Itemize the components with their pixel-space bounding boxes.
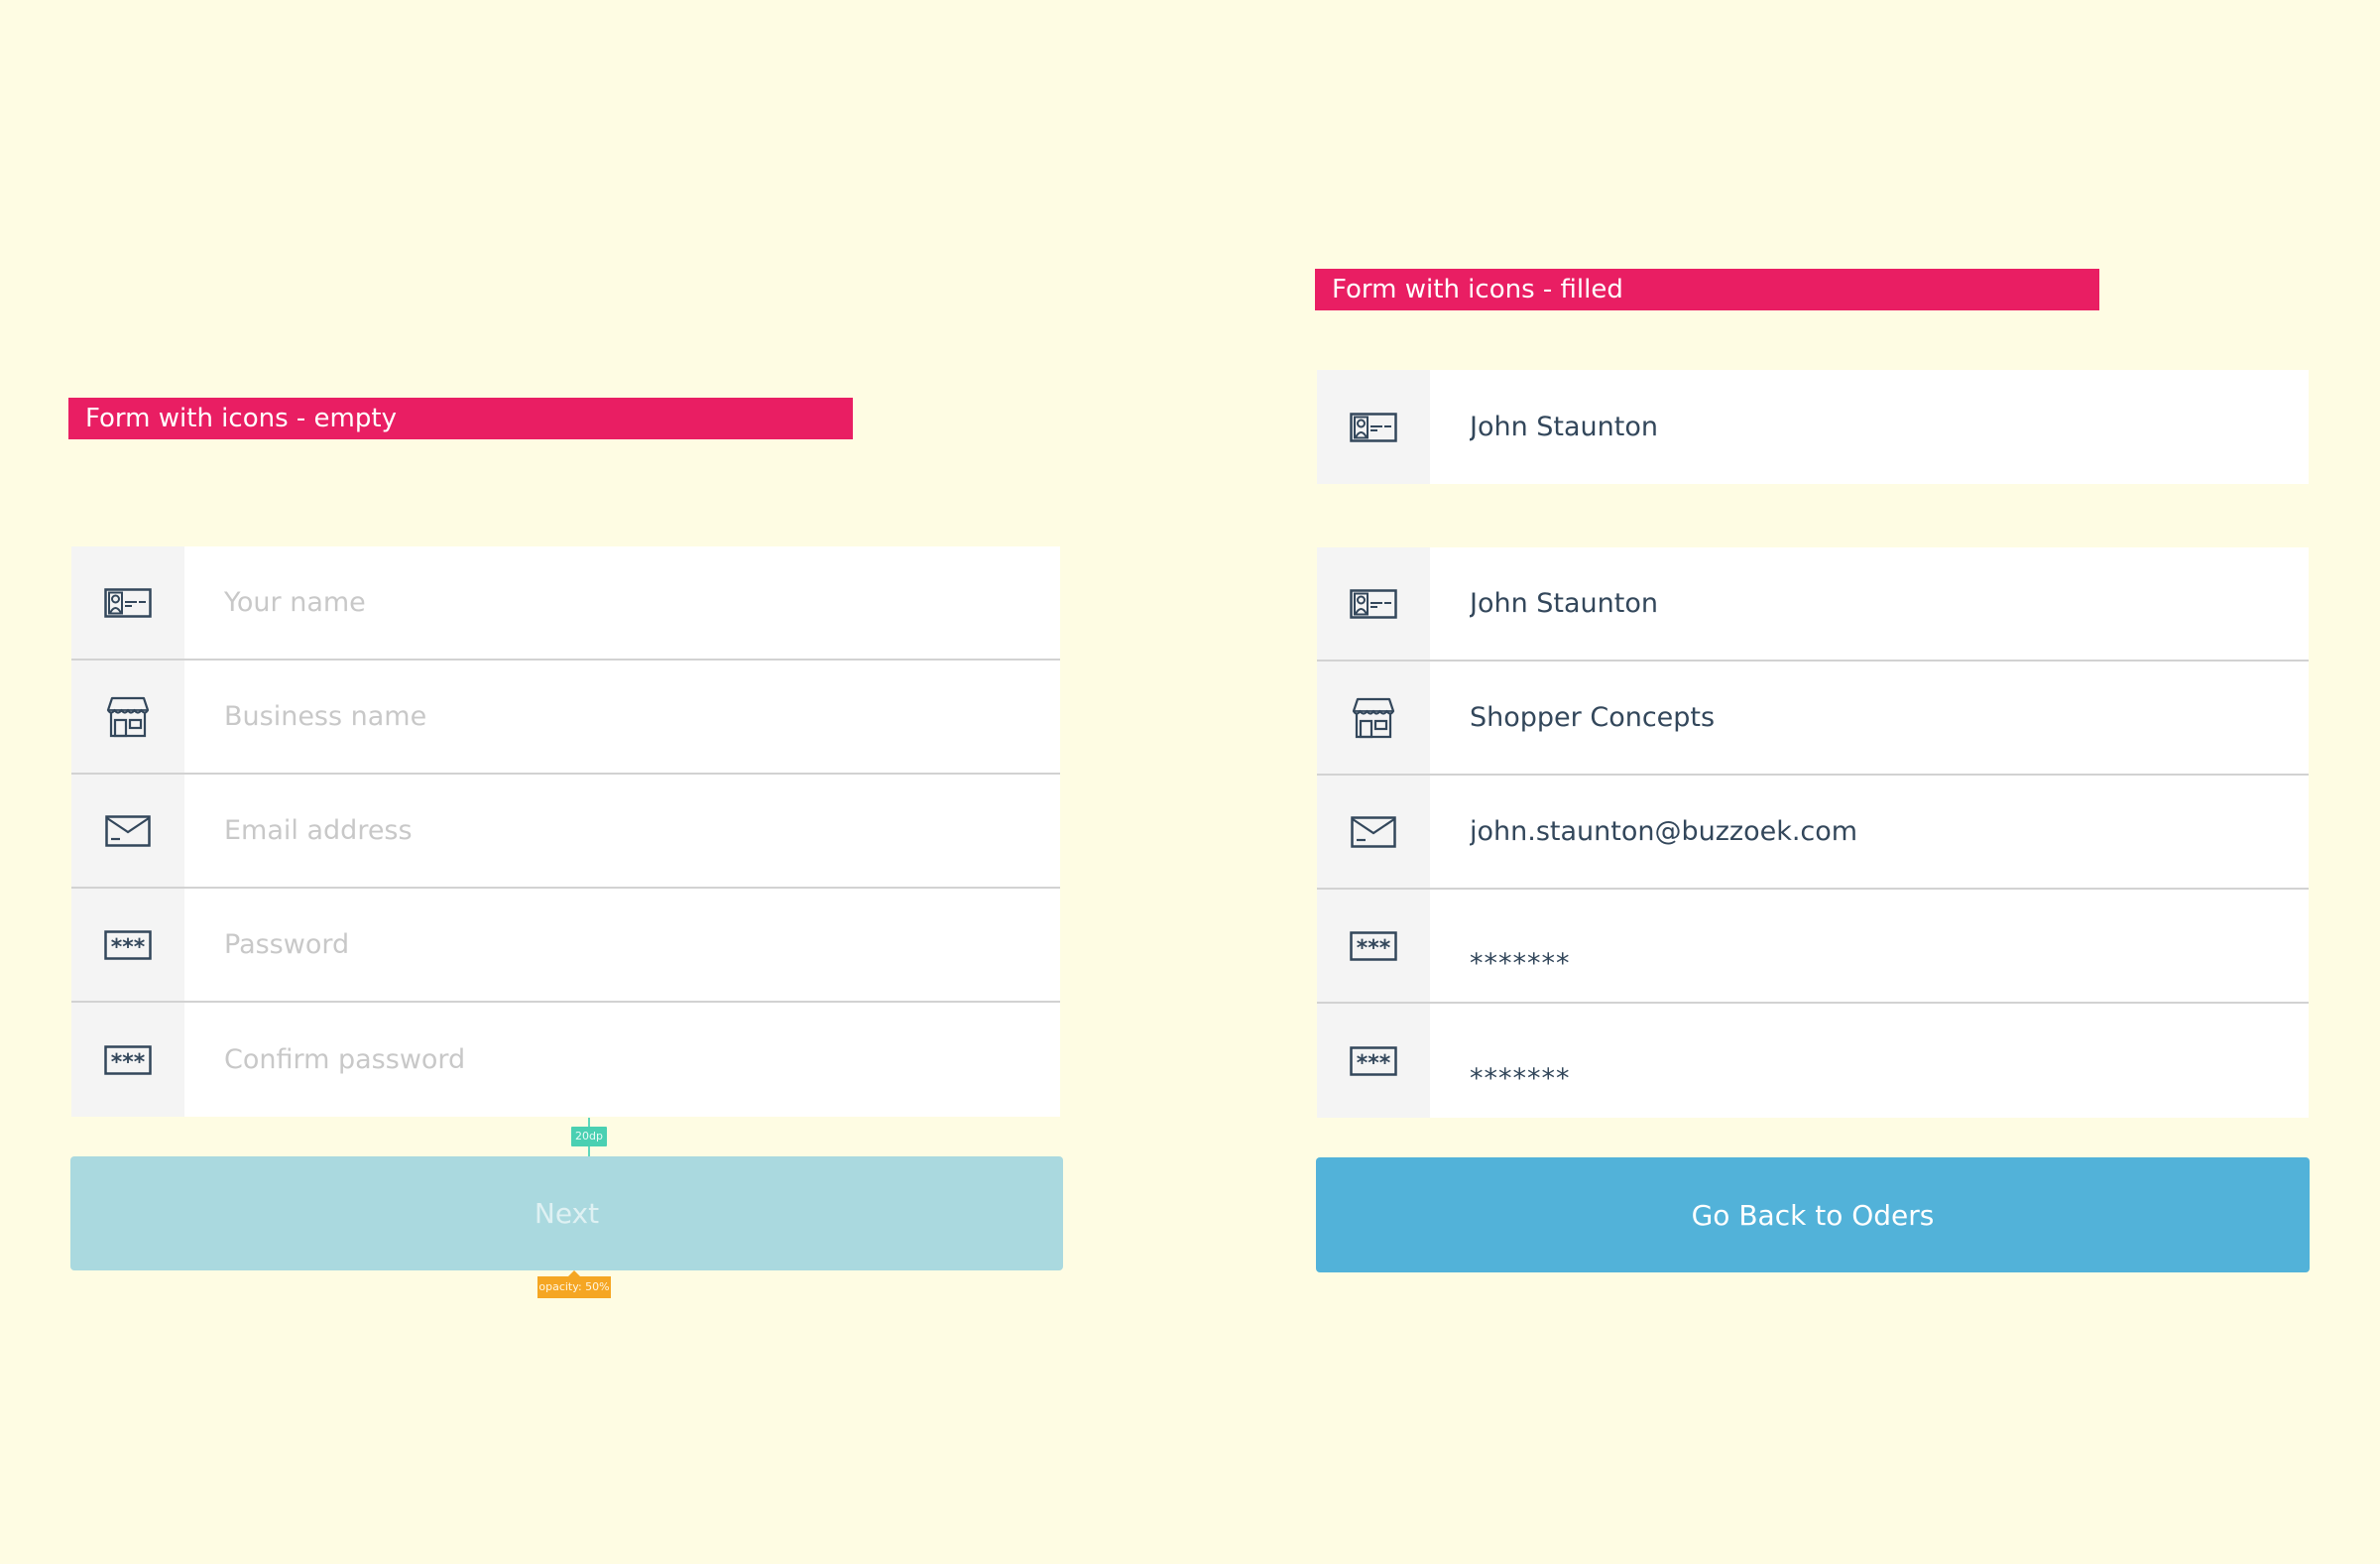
form-row-business (1317, 662, 2309, 776)
icon-cell: *** (71, 1003, 184, 1117)
confirm-password-input[interactable] (1430, 1004, 2309, 1118)
icon-cell: *** (1317, 890, 1430, 1002)
password-icon: *** (104, 1044, 152, 1075)
envelope-icon (105, 814, 151, 847)
id-card-icon (104, 587, 152, 618)
opacity-annotation: opacity: 50% (537, 1270, 611, 1298)
password-icon: *** (1350, 930, 1397, 961)
svg-text:***: *** (111, 1050, 146, 1075)
icon-cell: *** (71, 889, 184, 1001)
password-icon: *** (104, 929, 152, 960)
icon-cell: *** (1317, 1004, 1430, 1118)
form-row-business (71, 661, 1060, 775)
filled-form: *** *** (1317, 547, 2309, 1118)
id-card-icon (1350, 588, 1397, 619)
icon-cell (71, 546, 184, 659)
icon-cell (71, 661, 184, 773)
next-button[interactable]: Next (70, 1156, 1063, 1270)
icon-cell (1317, 547, 1430, 660)
email-address-input[interactable] (184, 775, 1060, 887)
name-input-single[interactable] (1430, 370, 2309, 484)
form-row-confirm-password: *** (1317, 1004, 2309, 1118)
form-row-confirm-password: *** (71, 1003, 1060, 1117)
icon-cell (1317, 370, 1430, 484)
business-name-input[interactable] (1430, 662, 2309, 774)
form-row-name (71, 546, 1060, 661)
icon-cell (71, 775, 184, 887)
your-name-input[interactable] (1430, 547, 2309, 660)
go-back-to-orders-button[interactable]: Go Back to Oders (1316, 1157, 2310, 1272)
form-row-name (1317, 547, 2309, 662)
empty-form-banner: Form with icons - empty (68, 398, 853, 439)
id-card-icon (1350, 412, 1397, 442)
storefront-icon (1352, 697, 1395, 738)
form-row-email (1317, 776, 2309, 890)
svg-text:***: *** (1357, 1051, 1391, 1076)
password-icon: *** (1350, 1045, 1397, 1076)
form-row-email (71, 775, 1060, 889)
business-name-input[interactable] (184, 661, 1060, 773)
filled-form-banner: Form with icons - filled (1315, 269, 2099, 310)
svg-text:***: *** (111, 935, 146, 960)
form-row-password: *** (1317, 890, 2309, 1004)
icon-cell (1317, 662, 1430, 774)
svg-text:***: *** (1357, 936, 1391, 961)
filled-single-field (1317, 370, 2309, 484)
form-row-name-single (1317, 370, 2309, 484)
icon-cell (1317, 776, 1430, 888)
email-address-input[interactable] (1430, 776, 2309, 888)
confirm-password-input[interactable] (184, 1003, 1060, 1117)
password-input[interactable] (184, 889, 1060, 1001)
form-row-password: *** (71, 889, 1060, 1003)
spacing-annotation: 20dp (571, 1127, 607, 1146)
empty-form: *** *** (71, 546, 1060, 1117)
your-name-input[interactable] (184, 546, 1060, 659)
envelope-icon (1351, 815, 1396, 848)
storefront-icon (106, 696, 150, 737)
password-input[interactable] (1430, 890, 2309, 1002)
